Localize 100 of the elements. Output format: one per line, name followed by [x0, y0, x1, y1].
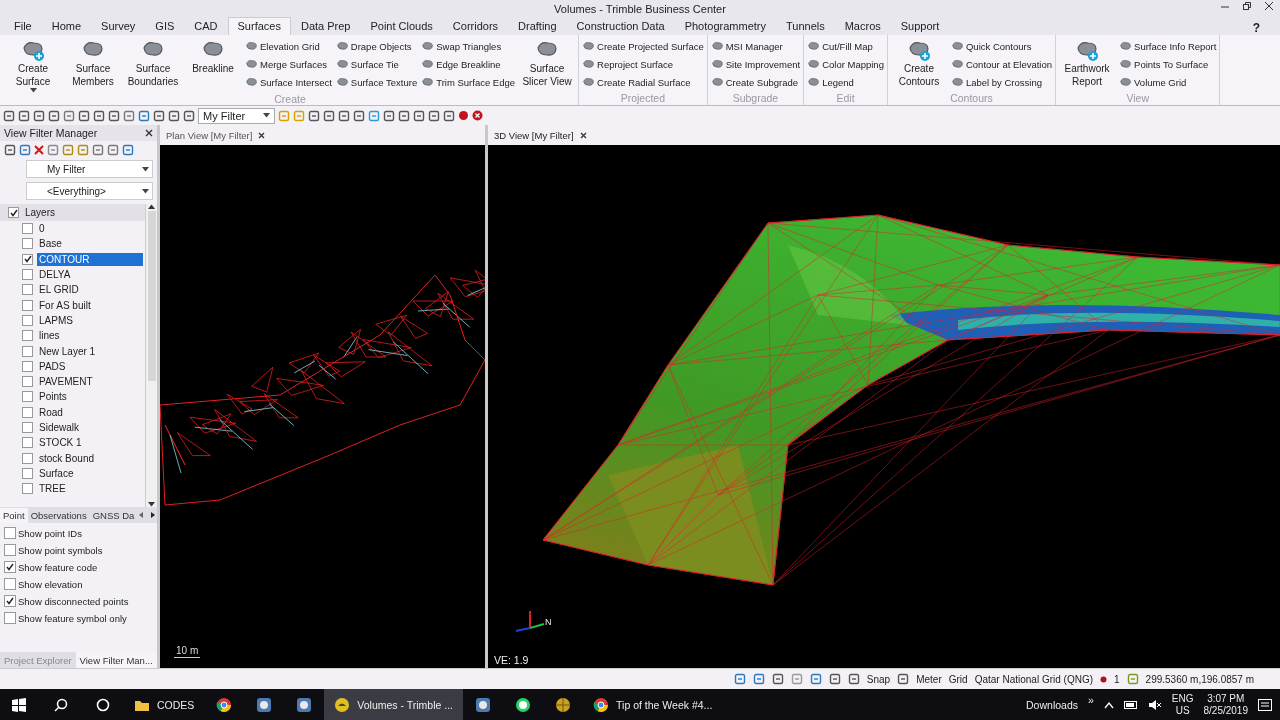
ribbon-button[interactable]: Breakline	[184, 38, 242, 93]
window-title: Volumes - Trimble Business Center	[554, 2, 726, 15]
ribbon-button[interactable]: MSI Manager	[709, 38, 802, 54]
ribbon-button[interactable]: Cut/Fill Map	[806, 38, 885, 54]
ribbon-button[interactable]: Legend	[806, 74, 885, 90]
tree-item[interactable]: PAVEMENT	[37, 375, 95, 389]
menu-tab[interactable]: CAD	[184, 17, 228, 35]
ribbon-button[interactable]: Surface Slicer View	[518, 38, 577, 93]
filter-dropdown[interactable]: My Filter	[26, 160, 153, 178]
units-label[interactable]: Meter	[916, 673, 942, 685]
view-tab[interactable]: 3D View [My Filter]	[488, 127, 580, 143]
ribbon-button[interactable]: Surface Texture	[334, 74, 419, 90]
taskbar-button[interactable]: Tip of the Week #4...	[583, 689, 723, 720]
tree-item[interactable]: Sidewalk	[37, 421, 82, 434]
grid-label[interactable]: Grid	[948, 673, 968, 685]
tree-item[interactable]: Layers	[23, 206, 57, 219]
menu-tab[interactable]: Construction Data	[566, 17, 675, 35]
ribbon-button[interactable]: Drape Objects	[334, 38, 419, 54]
tree-item[interactable]: lines	[37, 329, 62, 343]
tree-item[interactable]: stock Bound	[37, 451, 97, 465]
region-label[interactable]: US	[1175, 705, 1190, 717]
clock-date[interactable]: 8/25/2019	[1203, 705, 1248, 717]
panel-tab[interactable]: GNSS Da	[89, 507, 138, 523]
tree-item[interactable]: DELYA	[37, 268, 73, 282]
tree-item[interactable]: 0	[37, 222, 47, 236]
tree-item[interactable]: Road	[37, 405, 65, 419]
tree-item[interactable]: CONTOUR	[37, 252, 143, 266]
group-label: Contours	[949, 92, 994, 105]
scope-dropdown[interactable]: <Everything>	[26, 182, 153, 200]
ribbon-button[interactable]: Site Improvement	[709, 56, 802, 72]
ribbon-button[interactable]: Create Projected Surface	[581, 38, 705, 54]
ribbon-button[interactable]: Volume Grid	[1118, 74, 1218, 90]
option-label: Show elevation	[18, 578, 83, 590]
ribbon-button[interactable]: Reproject Surface	[581, 56, 705, 72]
option-label: Show feature code	[18, 561, 98, 573]
tree-item[interactable]: LAPMS	[37, 313, 75, 327]
clock-time[interactable]: 3:07 PM	[1207, 693, 1245, 705]
group-label: View	[1125, 92, 1151, 105]
ribbon-button[interactable]: Earthwork Report	[1058, 38, 1117, 92]
option-label: Show disconnected points	[18, 595, 129, 607]
downloads-label[interactable]: Downloads	[1026, 699, 1078, 711]
ribbon-button[interactable]: Create Radial Surface	[581, 74, 705, 90]
tree-item[interactable]: New Layer 1	[37, 344, 98, 358]
count-label: 1	[1114, 673, 1120, 685]
menu-tab[interactable]: Macros	[834, 17, 891, 35]
ribbon-button[interactable]: Contour at Elevation	[949, 56, 1054, 72]
menu-tab[interactable]: Data Prep	[290, 17, 361, 35]
menu-tab[interactable]: Photogrammetry	[674, 17, 776, 35]
panel-tab[interactable]: View Filter Man...	[75, 652, 157, 668]
tree-item[interactable]: STOCK 1	[37, 436, 84, 450]
ribbon-button[interactable]: Surface Boundaries	[124, 38, 182, 93]
menu-tab[interactable]: Point Clouds	[360, 17, 443, 35]
ribbon-button[interactable]: Trim Surface Edge	[420, 74, 517, 90]
tree-item[interactable]: EL GRID	[37, 283, 81, 297]
ribbon-button[interactable]: Create Contours	[889, 38, 948, 92]
tree-item[interactable]: Surface	[37, 466, 76, 480]
ribbon-button[interactable]: Create Surface	[4, 38, 62, 93]
group-label: Projected	[619, 92, 667, 105]
tree-item[interactable]: For AS built	[37, 298, 93, 312]
panel-tab[interactable]: Point	[0, 507, 28, 523]
ribbon-button[interactable]: Surface Tie	[334, 56, 419, 72]
group-label: Create	[273, 93, 307, 105]
filter-dropdown[interactable]: My Filter	[198, 107, 276, 124]
tree-item[interactable]: Points	[37, 390, 69, 404]
ribbon-button[interactable]: Swap Triangles	[420, 38, 517, 54]
ribbon-button[interactable]: Edge Breakline	[420, 56, 517, 72]
menu-tab[interactable]: File	[4, 17, 42, 35]
menu-tab[interactable]: Surfaces	[227, 17, 291, 35]
ribbon-button[interactable]: Merge Surfaces	[244, 56, 333, 72]
taskbar-button[interactable]: CODES	[124, 689, 205, 720]
ribbon-button[interactable]: Surface Members	[64, 38, 122, 93]
menu-tab[interactable]: Corridors	[442, 17, 509, 35]
ribbon-button[interactable]: Create Subgrade	[709, 74, 802, 90]
ribbon-button[interactable]: Quick Contours	[949, 38, 1054, 54]
exaggeration-label: VE: 1.9	[494, 654, 529, 666]
snap-label[interactable]: Snap	[866, 673, 891, 685]
overflow-icon[interactable]: »	[1088, 694, 1094, 706]
ribbon-button[interactable]: Surface Info Report	[1118, 38, 1218, 54]
menu-tab[interactable]: Survey	[91, 17, 146, 35]
ribbon-button[interactable]: Color Mapping	[806, 56, 885, 72]
help-icon[interactable]: ?	[1252, 21, 1260, 35]
tree-item[interactable]: PADS	[37, 359, 68, 373]
projection-label[interactable]: Qatar National Grid (QNG)	[974, 673, 1093, 685]
ribbon-button[interactable]: Elevation Grid	[244, 38, 333, 54]
tree-item[interactable]: TREE	[37, 482, 68, 496]
ribbon-button[interactable]: Label by Crossing	[949, 74, 1054, 90]
menu-tab[interactable]: GIS	[145, 17, 185, 35]
ribbon-button[interactable]: Surface Intersect	[244, 74, 333, 90]
tree-item[interactable]: Base	[37, 237, 64, 251]
menu-tab[interactable]: Support	[890, 17, 950, 35]
menu-tab[interactable]: Home	[41, 17, 92, 35]
ribbon-button[interactable]: Points To Surface	[1118, 56, 1218, 72]
group-label: Subgrade	[731, 92, 780, 105]
language-label[interactable]: ENG	[1171, 693, 1194, 705]
menu-tab[interactable]: Tunnels	[775, 17, 835, 35]
taskbar-button[interactable]: Volumes - Trimble ...	[324, 689, 464, 720]
option-label: Show point IDs	[18, 527, 82, 539]
panel-tab[interactable]: Observations	[27, 507, 90, 523]
menu-tab[interactable]: Drafting	[508, 17, 567, 35]
option-label: Show feature symbol only	[18, 612, 127, 624]
